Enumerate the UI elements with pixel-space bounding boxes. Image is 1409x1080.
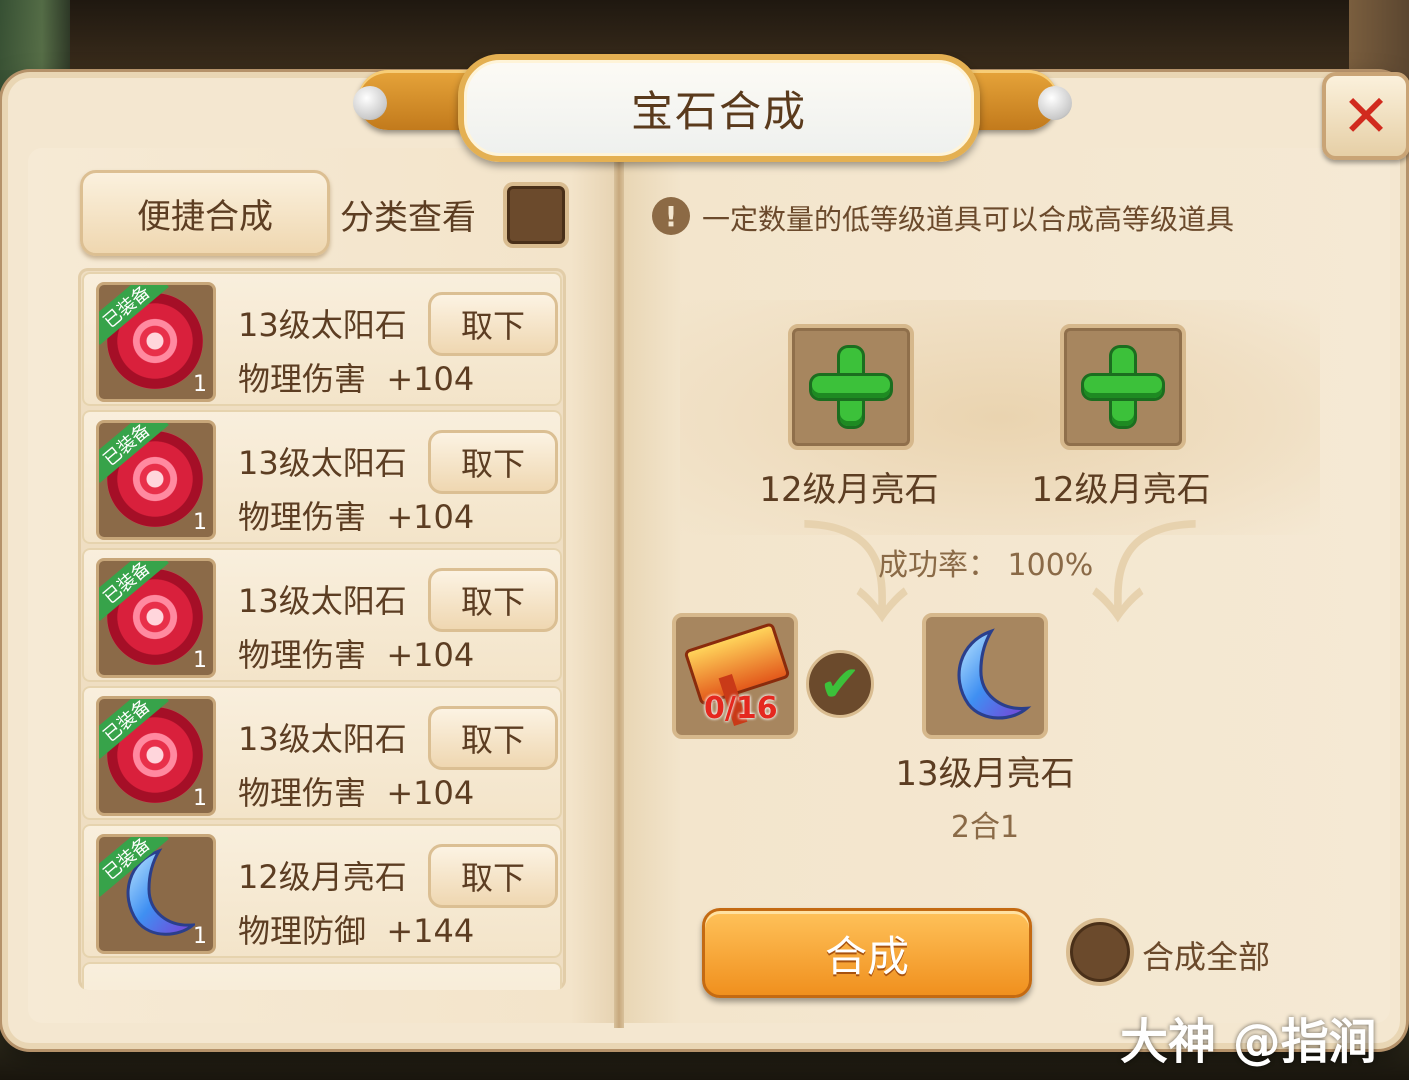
plus-icon: [1084, 348, 1162, 426]
remove-button[interactable]: 取下: [428, 844, 558, 908]
right-page: [620, 148, 1390, 1023]
info-icon: !: [652, 197, 690, 235]
close-icon: ✕: [1341, 82, 1391, 150]
gem-slot[interactable]: 已装备 1: [96, 282, 216, 402]
title-plaque: 宝石合成: [458, 54, 980, 162]
item-stat: 物理伤害 +104: [238, 354, 474, 400]
result-name: 13级月亮石: [895, 754, 1075, 794]
stat-value: +104: [386, 360, 475, 398]
stat-name: 物理伤害: [238, 498, 367, 536]
gem-slot[interactable]: 已装备 1: [96, 696, 216, 816]
item-stat: 物理伤害 +104: [238, 630, 474, 676]
hammer-slot[interactable]: 0/16: [672, 613, 798, 739]
category-view-checkbox[interactable]: [503, 182, 569, 248]
stat-value: +104: [386, 774, 475, 812]
stat-value: +144: [386, 912, 475, 950]
compose-button[interactable]: 合成: [702, 908, 1032, 998]
gem-slot[interactable]: 已装备 1: [96, 558, 216, 678]
item-name: 13级太阳石: [238, 444, 407, 482]
stat-name: 物理伤害: [238, 636, 367, 674]
merge-arrow-icon: ⤵: [1090, 511, 1200, 639]
remove-button[interactable]: 取下: [428, 568, 558, 632]
gem-slot[interactable]: 已装备 1: [96, 420, 216, 540]
list-item-partial[interactable]: [82, 962, 562, 990]
stat-value: +104: [386, 636, 475, 674]
item-name: 13级太阳石: [238, 720, 407, 758]
stat-name: 物理伤害: [238, 360, 367, 398]
quick-synthesis-button[interactable]: 便捷合成: [80, 170, 330, 256]
list-item[interactable]: 已装备 1 13级太阳石 物理伤害 +104 取下: [82, 548, 562, 682]
input-slot-1-label: 12级月亮石: [759, 470, 939, 510]
list-item[interactable]: 已装备 1 13级太阳石 物理伤害 +104 取下: [82, 686, 562, 820]
list-item[interactable]: 已装备 1 13级太阳石 物理伤害 +104 取下: [82, 410, 562, 544]
item-count: 1: [193, 648, 207, 673]
bell-icon: [353, 86, 387, 120]
item-name: 12级月亮石: [238, 858, 407, 896]
item-stat: 物理伤害 +104: [238, 768, 474, 814]
item-stat: 物理伤害 +104: [238, 492, 474, 538]
item-count: 1: [193, 924, 207, 949]
item-count: 1: [193, 510, 207, 535]
plus-icon: [812, 348, 890, 426]
input-slot-1[interactable]: [788, 324, 914, 450]
close-button[interactable]: ✕: [1322, 72, 1409, 160]
item-stat: 物理防御 +144: [238, 906, 474, 952]
stat-value: +104: [386, 498, 475, 536]
stat-name: 物理伤害: [238, 774, 367, 812]
remove-button[interactable]: 取下: [428, 430, 558, 494]
list-item[interactable]: 已装备 1 12级月亮石 物理防御 +144 取下: [82, 824, 562, 958]
hammer-count: 0/16: [704, 691, 778, 726]
category-view-label: 分类查看: [340, 198, 476, 238]
result-ratio: 2合1: [950, 810, 1020, 845]
bell-icon: [1038, 86, 1072, 120]
compose-all-label: 合成全部: [1142, 938, 1271, 976]
watermark: 大神 @指涧: [1120, 1014, 1377, 1070]
result-slot[interactable]: [922, 613, 1048, 739]
success-rate: 成功率： 100%: [878, 548, 1094, 583]
book-spine: [614, 138, 624, 1028]
item-name: 13级太阳石: [238, 582, 407, 620]
remove-button[interactable]: 取下: [428, 292, 558, 356]
moon-stone-icon: [957, 628, 1032, 720]
input-slot-2[interactable]: [1060, 324, 1186, 450]
list-item[interactable]: 已装备 1 13级太阳石 物理伤害 +104 取下: [82, 272, 562, 406]
item-count: 1: [193, 786, 207, 811]
page-title: 宝石合成: [630, 86, 807, 136]
stat-name: 物理防御: [238, 912, 367, 950]
item-name: 13级太阳石: [238, 306, 407, 344]
gem-list[interactable]: 已装备 1 13级太阳石 物理伤害 +104 取下 已装备 1 13级太阳石 物…: [78, 268, 566, 990]
remove-button[interactable]: 取下: [428, 706, 558, 770]
checkmark-icon: ✔: [819, 655, 861, 713]
item-count: 1: [193, 372, 207, 397]
use-hammer-checkbox[interactable]: ✔: [806, 650, 874, 718]
gem-slot[interactable]: 已装备 1: [96, 834, 216, 954]
input-slot-2-label: 12级月亮石: [1031, 470, 1211, 510]
info-text: 一定数量的低等级道具可以合成高等级道具: [702, 203, 1235, 236]
compose-all-radio[interactable]: [1066, 918, 1134, 986]
